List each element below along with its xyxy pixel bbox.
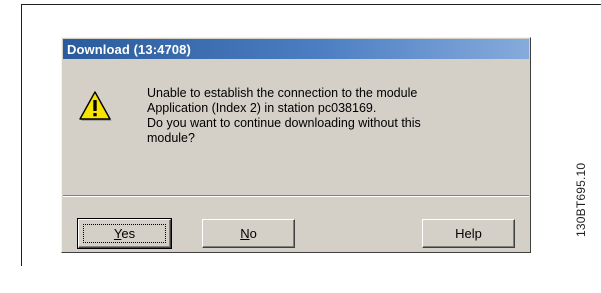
- no-mnemonic: N: [240, 226, 250, 241]
- yes-button-label: Yes: [114, 226, 135, 241]
- dialog-title: Download (13:4708): [67, 41, 191, 57]
- warning-icon: [79, 91, 112, 121]
- no-button[interactable]: No: [202, 219, 295, 248]
- dialog-separator: [63, 195, 529, 197]
- message-line: module?: [147, 131, 195, 145]
- help-button[interactable]: Help: [422, 219, 515, 248]
- title-bar[interactable]: Download (13:4708): [63, 39, 529, 59]
- no-label-rest: o: [249, 226, 257, 241]
- no-button-label: No: [240, 226, 257, 241]
- yes-button[interactable]: Yes: [77, 218, 172, 249]
- message-line: Unable to establish the connection to th…: [147, 86, 418, 100]
- message-line: Do you want to continue downloading with…: [147, 116, 421, 130]
- figure-reference-code: 130BT695.10: [574, 162, 588, 237]
- help-button-label: Help: [455, 226, 482, 241]
- yes-label-rest: es: [121, 226, 136, 241]
- message-line: Application (Index 2) in station pc03816…: [147, 101, 377, 115]
- dialog-message: Unable to establish the connection to th…: [147, 86, 517, 146]
- download-dialog: Download (13:4708) Unable to establish t…: [61, 37, 531, 253]
